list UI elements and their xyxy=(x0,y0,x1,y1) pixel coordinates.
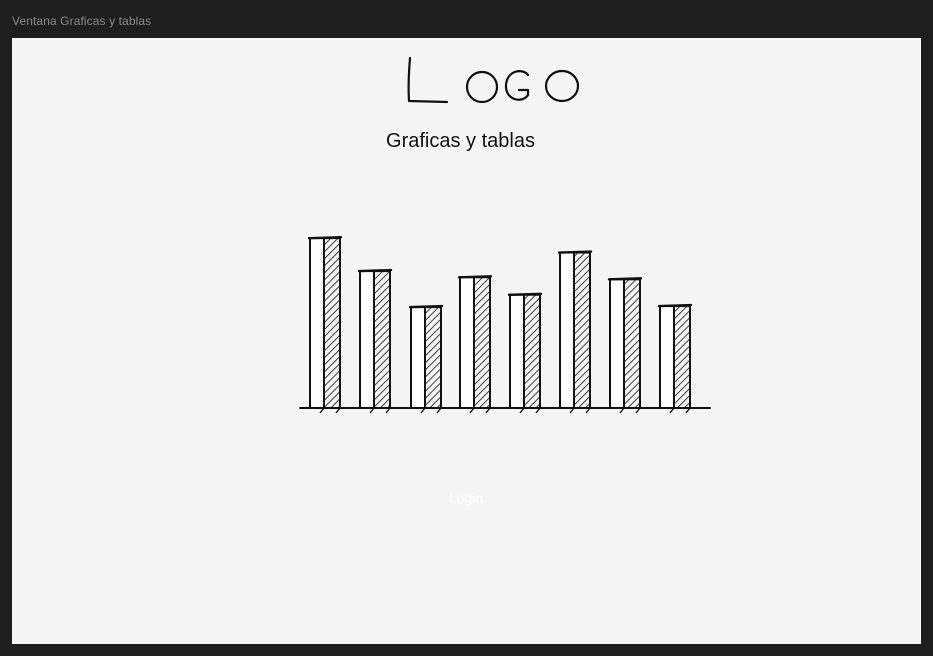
canvas-frame: Graficas y tablas Login xyxy=(12,38,921,644)
chart-bar xyxy=(457,275,493,414)
bar-chart xyxy=(299,235,711,414)
chart-bar xyxy=(657,303,693,414)
chart-bar xyxy=(507,292,543,414)
chart-bar xyxy=(357,268,393,414)
chart-bar xyxy=(557,250,593,414)
chart-bar xyxy=(607,277,643,414)
chart-bar xyxy=(307,235,343,414)
logo xyxy=(407,56,580,104)
chart-bar xyxy=(408,304,444,414)
login-button[interactable]: Login xyxy=(435,487,497,507)
page-title: Graficas y tablas xyxy=(12,130,921,153)
page-title-text: Graficas y tablas xyxy=(386,130,535,152)
window-title: Ventana Graficas y tablas xyxy=(12,14,152,28)
